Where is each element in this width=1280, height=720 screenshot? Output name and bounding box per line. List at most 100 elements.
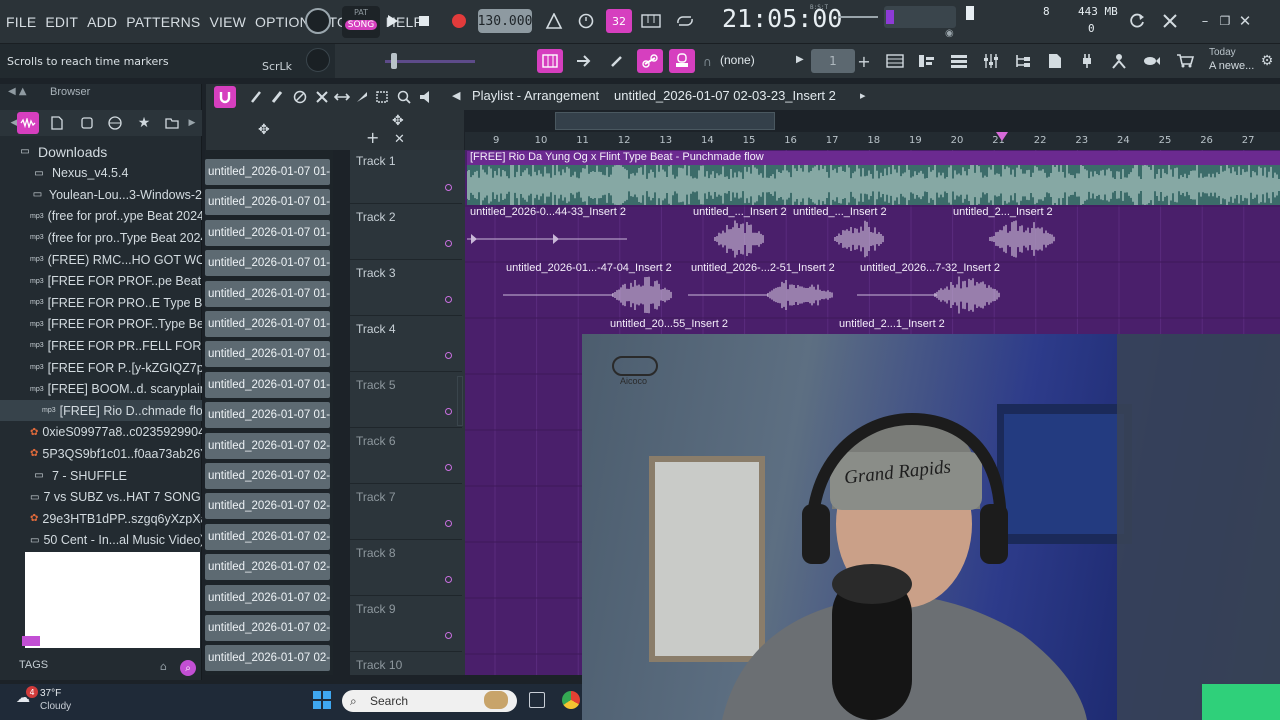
- snap-mode-button[interactable]: [537, 49, 563, 73]
- playlist-view-button[interactable]: [883, 50, 907, 72]
- picker-clip[interactable]: untitled_2026-01-07 01-...: [205, 280, 330, 307]
- record-button[interactable]: [447, 10, 471, 32]
- mute-tool[interactable]: [312, 86, 332, 108]
- picker-clip[interactable]: untitled_2026-01-07 01-...: [205, 159, 330, 185]
- countdown-button[interactable]: 32: [606, 9, 632, 33]
- song-time-display[interactable]: 21:05:00: [722, 4, 842, 40]
- browser-item[interactable]: ✿ 29e3HTB1dPP..szgq6yXzpXai: [0, 508, 202, 529]
- browser-item[interactable]: mp3 [FREE FOR PROF..Type Beat: [0, 314, 202, 335]
- playhead-marker[interactable]: [996, 130, 1008, 141]
- online-filter-button[interactable]: [105, 112, 125, 134]
- picker-clip[interactable]: untitled_2026-01-07 01-...: [205, 402, 330, 429]
- track1-audio-clip[interactable]: [466, 163, 1280, 207]
- browser-item[interactable]: mp3 [FREE] BOOM..d. scaryplain): [0, 379, 202, 400]
- news-settings-button[interactable]: ⚙: [1257, 50, 1277, 72]
- browser-view-button[interactable]: [162, 112, 182, 134]
- picker-clip[interactable]: untitled_2026-01-07 02-...: [205, 523, 330, 550]
- picker-clip[interactable]: untitled_2026-01-07 01-...: [205, 250, 330, 277]
- slip-tool[interactable]: [332, 86, 352, 108]
- browser-item[interactable]: mp3 (free for pro..Type Beat 2024: [0, 227, 202, 248]
- picker-clip[interactable]: untitled_2026-01-07 01-...: [205, 311, 330, 337]
- wait-record-button[interactable]: [574, 10, 598, 32]
- store-button[interactable]: [1173, 50, 1197, 72]
- reset-button[interactable]: [1126, 10, 1148, 32]
- browser-item[interactable]: mp3 (free for prof..ype Beat 2024: [0, 206, 202, 227]
- browser-item[interactable]: ▭ Downloads: [0, 141, 202, 162]
- track3-clip2[interactable]: [688, 276, 838, 316]
- favorites-button[interactable]: ★: [134, 112, 154, 134]
- news-ticker[interactable]: A newe...: [1209, 60, 1254, 72]
- menu-add[interactable]: ADD: [87, 14, 117, 30]
- browser-item[interactable]: mp3 [FREE FOR P..[y-kZGIQZ7pY]: [0, 357, 202, 378]
- track-header[interactable]: Track 5: [350, 374, 462, 428]
- mixer-tools-button[interactable]: [1159, 10, 1181, 32]
- picker-clip[interactable]: untitled_2026-01-07 01-...: [205, 341, 330, 368]
- song-selector-arrow[interactable]: ▸: [860, 89, 866, 102]
- play-pattern-icon[interactable]: ▶: [796, 54, 804, 65]
- track-mute-dot[interactable]: [445, 408, 452, 415]
- plugin-filter-button[interactable]: [77, 112, 97, 134]
- playlist-menu-button[interactable]: [214, 86, 236, 108]
- mixer-button[interactable]: [979, 50, 1003, 72]
- close-button[interactable]: ✕: [1236, 12, 1254, 30]
- playback-tool[interactable]: [416, 86, 436, 108]
- picker-clip[interactable]: untitled_2026-01-07 02-...: [205, 615, 330, 641]
- browser-item[interactable]: ✿ 5P3QS9bf1c01..f0aa73ab26Y: [0, 443, 202, 464]
- track-header[interactable]: Track 4: [350, 318, 462, 372]
- pattern-selector[interactable]: 1: [811, 49, 855, 73]
- performance-button[interactable]: [1107, 50, 1131, 72]
- snap-selector[interactable]: (none): [720, 53, 755, 67]
- track-mute-dot[interactable]: [445, 464, 452, 471]
- timeline-ruler[interactable]: 9 10 11 12 13 14 15 16 17 18 19 20 21 22 23 24 25 26 27: [465, 132, 1280, 150]
- track2-clip2[interactable]: [690, 220, 785, 260]
- track2-clip4[interactable]: [950, 220, 1060, 260]
- browser-item[interactable]: ✿ 0xieS09977a8..c0235929904: [0, 422, 202, 443]
- menu-view[interactable]: VIEW: [209, 14, 246, 30]
- picker-clip[interactable]: untitled_2026-01-07 01-...: [205, 219, 330, 246]
- browser-item[interactable]: mp3 [FREE] Rio D..chmade flow: [0, 400, 202, 422]
- piano-roll-button[interactable]: [915, 50, 939, 72]
- add-track-button[interactable]: +: [366, 128, 379, 147]
- browser-item[interactable]: ▭ Nexus_v4.5.4: [0, 163, 202, 184]
- track2-clip1[interactable]: [467, 220, 627, 260]
- picker-clip[interactable]: untitled_2026-01-07 02-...: [205, 645, 330, 672]
- minimize-button[interactable]: –: [1196, 12, 1214, 30]
- master-pitch-handle[interactable]: [391, 53, 397, 69]
- picker-clip[interactable]: untitled_2026-01-07 02-...: [205, 584, 330, 611]
- track-mute-dot[interactable]: [445, 296, 452, 303]
- metronome-button[interactable]: [542, 10, 566, 32]
- browser-item[interactable]: ▭ 7 - SHUFFLE: [0, 465, 202, 486]
- browser-item[interactable]: mp3[FREE FOR PRO..E Type Beat: [0, 292, 202, 313]
- menu-patterns[interactable]: PATTERNS: [126, 14, 200, 30]
- picker-clip[interactable]: untitled_2026-01-07 01-...: [205, 371, 330, 398]
- pencil-tool-button[interactable]: [605, 50, 629, 72]
- track-mute-dot[interactable]: [445, 184, 452, 191]
- picker-clip[interactable]: untitled_2026-01-07 01-...: [205, 189, 330, 216]
- browser-item[interactable]: mp3[FREE FOR PR..FELL FOR HER: [0, 335, 202, 356]
- track-header[interactable]: Track 1: [350, 150, 462, 204]
- track-mute-dot[interactable]: [445, 576, 452, 583]
- browser-item[interactable]: mp3 (FREE) RMC...HO GOT WOK: [0, 249, 202, 270]
- all-filter-button[interactable]: [17, 112, 39, 134]
- track3-clip3[interactable]: [857, 276, 1002, 316]
- pat-song-switch[interactable]: PAT SONG: [342, 6, 380, 38]
- browser-item[interactable]: ▭ 50 Cent - In...al Music Video): [0, 530, 202, 551]
- slice-tool[interactable]: [352, 86, 372, 108]
- search-icon[interactable]: ⌕: [180, 660, 196, 676]
- task-view-icon[interactable]: [529, 692, 545, 708]
- track-mute-dot[interactable]: [445, 632, 452, 639]
- track-header[interactable]: Track 2: [350, 206, 462, 260]
- track-header[interactable]: Track 8: [350, 542, 462, 596]
- menu-edit[interactable]: EDIT: [45, 14, 78, 30]
- playlist-collapse-icon[interactable]: ◀: [452, 89, 460, 102]
- master-pitch-slider[interactable]: [385, 60, 475, 63]
- plugin-button[interactable]: [1075, 50, 1099, 72]
- picker-clip[interactable]: untitled_2026-01-07 02-...: [205, 554, 330, 581]
- picker-move-icon-2[interactable]: ✥: [392, 113, 404, 129]
- browser-options-icon[interactable]: ◀ ▲: [8, 86, 27, 97]
- browser-item[interactable]: mp3[FREE FOR PROF..pe Beat (1): [0, 271, 202, 292]
- draw-tool[interactable]: [246, 86, 266, 108]
- step-edit-button[interactable]: [638, 10, 664, 32]
- zoom-tool[interactable]: [394, 86, 414, 108]
- track-mute-dot[interactable]: [445, 520, 452, 527]
